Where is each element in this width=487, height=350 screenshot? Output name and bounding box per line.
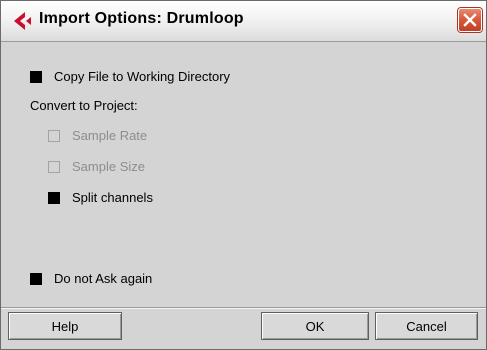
sample-rate-option: Sample Rate (48, 128, 147, 143)
sample-size-checkbox (48, 160, 60, 173)
sample-rate-label: Sample Rate (72, 128, 148, 143)
help-button[interactable]: Help (8, 312, 122, 340)
dialog-content: Copy File to Working Directory Convert t… (1, 42, 486, 308)
split-channels-option[interactable]: Split channels (48, 190, 153, 205)
dialog-title: Import Options: Drumloop (39, 10, 244, 27)
do-not-ask-label: Do not Ask again (54, 271, 153, 286)
copy-file-option[interactable]: Copy File to Working Directory (30, 69, 230, 84)
split-channels-checkbox[interactable] (48, 191, 60, 204)
do-not-ask-option[interactable]: Do not Ask again (30, 271, 152, 286)
ok-button[interactable]: OK (261, 312, 369, 340)
close-icon (463, 13, 477, 27)
copy-file-label: Copy File to Working Directory (54, 69, 231, 84)
button-separator (1, 307, 486, 309)
sample-size-option: Sample Size (48, 159, 145, 174)
convert-heading-row: Convert to Project: (30, 98, 138, 113)
convert-to-project-heading: Convert to Project: (30, 98, 138, 113)
sample-size-label: Sample Size (72, 159, 145, 174)
import-options-dialog: Import Options: Drumloop Copy File to Wo… (0, 0, 487, 350)
do-not-ask-checkbox[interactable] (30, 272, 42, 285)
close-button[interactable] (458, 8, 482, 32)
cubase-logo-icon (14, 12, 31, 30)
cancel-button[interactable]: Cancel (375, 312, 478, 340)
copy-file-checkbox[interactable] (30, 70, 42, 83)
split-channels-label: Split channels (72, 190, 153, 205)
sample-rate-checkbox (48, 129, 60, 142)
title-bar[interactable]: Import Options: Drumloop (1, 1, 486, 42)
